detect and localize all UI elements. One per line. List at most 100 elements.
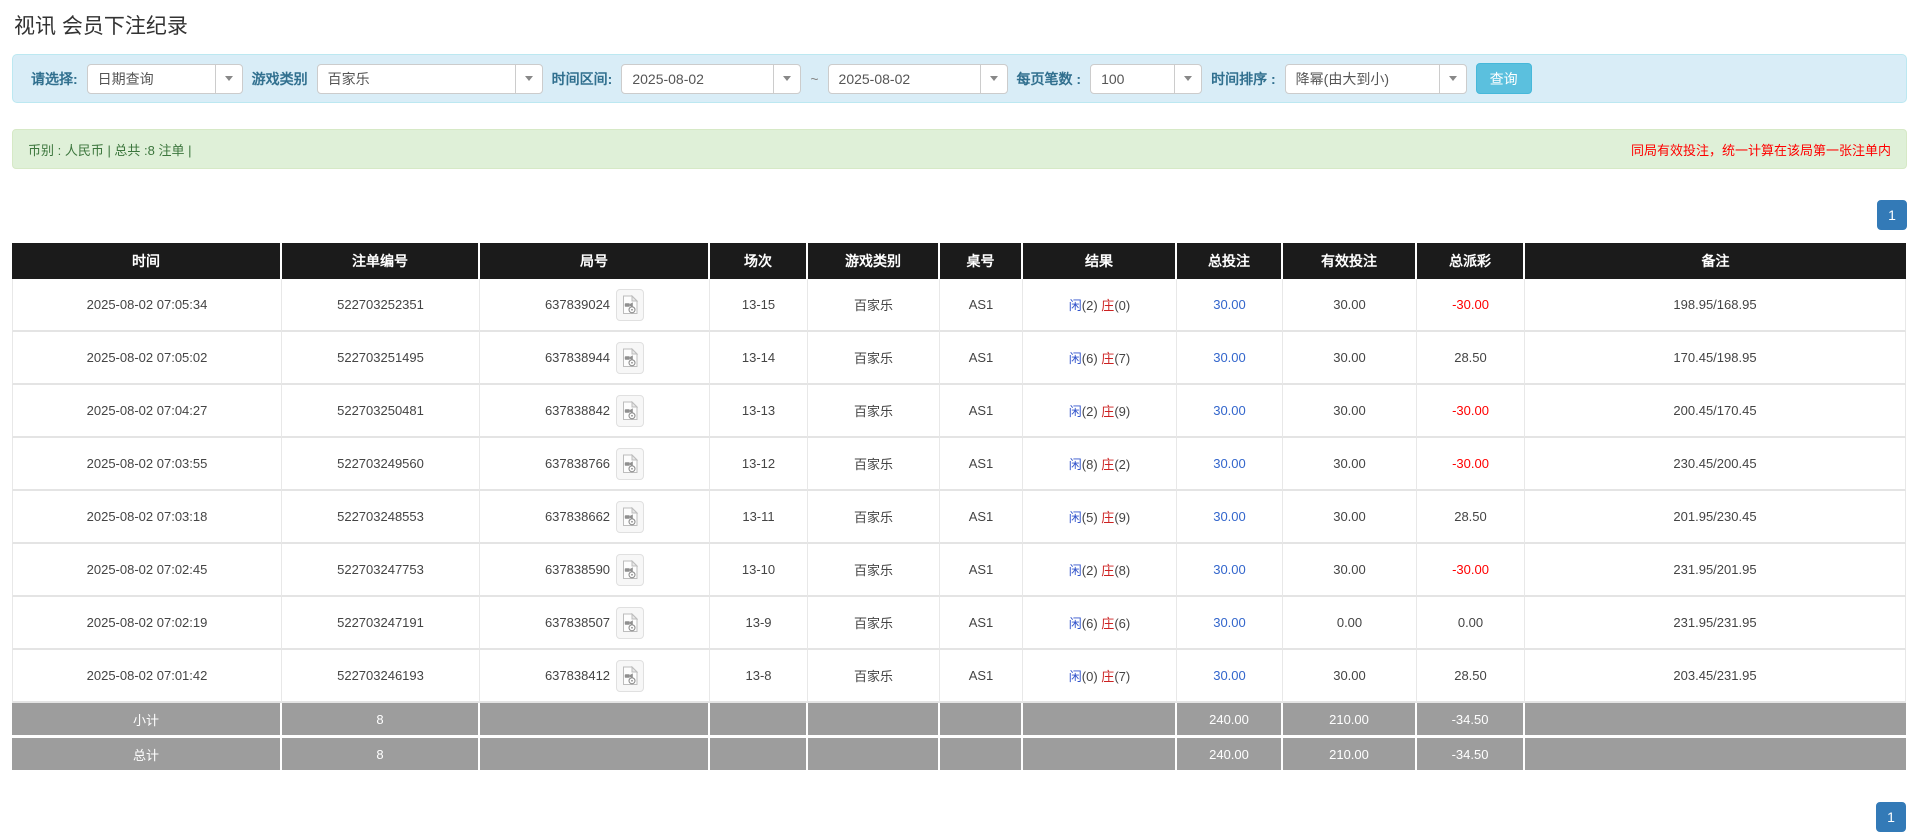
- cell-remark: 170.45/198.95: [1525, 332, 1906, 385]
- video-file-icon: [623, 559, 639, 579]
- cell-game: 百家乐: [808, 332, 940, 385]
- cell-result: 闲(0) 庄(7): [1023, 650, 1177, 703]
- column-header: 注单编号: [282, 243, 480, 279]
- column-header: 局号: [480, 243, 710, 279]
- video-replay-button[interactable]: [616, 500, 645, 533]
- cell-empty: [1525, 738, 1906, 773]
- round-id-text: 637838842: [544, 403, 611, 418]
- cell-valid-bet: 30.00: [1283, 491, 1417, 544]
- summary-bar: 币别 : 人民币 | 总共 :8 注单 | 同局有效投注，统一计算在该局第一张注…: [12, 129, 1907, 169]
- cell-game: 百家乐: [808, 491, 940, 544]
- cell-valid-bet: 30.00: [1283, 544, 1417, 597]
- round-id-text: 637839024: [544, 297, 611, 312]
- search-button[interactable]: 查询: [1475, 63, 1532, 94]
- chevron-down-icon: [1174, 64, 1201, 93]
- cell-result: 闲(2) 庄(9): [1023, 385, 1177, 438]
- currency-total-text: 币别 : 人民币 | 总共 :8 注单 |: [28, 142, 192, 158]
- date-to-select[interactable]: 2025-08-02: [827, 63, 1008, 94]
- cell-session: 13-9: [710, 597, 808, 650]
- total-bet-link[interactable]: 30.00: [1213, 668, 1246, 683]
- cell-time: 2025-08-02 07:03:18: [12, 491, 282, 544]
- result-banker: 庄: [1101, 457, 1115, 472]
- cell-time: 2025-08-02 07:05:02: [12, 332, 282, 385]
- cell-round-id: 637838412: [480, 650, 710, 703]
- result-banker: 庄: [1101, 351, 1115, 366]
- video-file-icon: [623, 400, 639, 420]
- query-type-select[interactable]: 日期查询: [86, 63, 243, 94]
- cell-remark: 198.95/168.95: [1525, 279, 1906, 332]
- cell-bet-id: 522703246193: [282, 650, 480, 703]
- total-bet-link[interactable]: 30.00: [1213, 562, 1246, 577]
- video-file-icon: [623, 294, 639, 314]
- total-bet-link[interactable]: 30.00: [1213, 615, 1246, 630]
- cell-payout: -30.00: [1417, 385, 1525, 438]
- cell-payout: -30.00: [1417, 279, 1525, 332]
- round-id-group: 637838662: [544, 500, 645, 533]
- video-replay-button[interactable]: [616, 341, 645, 374]
- time-sort-select[interactable]: 降幂(由大到小): [1284, 63, 1467, 94]
- cell-valid-bet: 0.00: [1283, 597, 1417, 650]
- result-banker: 庄: [1101, 616, 1115, 631]
- result-player: 闲: [1068, 351, 1082, 366]
- video-replay-button[interactable]: [616, 447, 645, 480]
- result-banker-score: (7): [1114, 351, 1131, 366]
- round-id-text: 637838662: [544, 509, 611, 524]
- round-id-group: 637838766: [545, 447, 645, 480]
- video-replay-button[interactable]: [616, 394, 645, 427]
- total-bet-link[interactable]: 30.00: [1213, 297, 1246, 312]
- video-replay-button[interactable]: [616, 553, 645, 586]
- result-player: 闲: [1068, 669, 1082, 684]
- result-banker-score: (0): [1114, 298, 1131, 313]
- cell-total-bet: 30.00: [1177, 597, 1283, 650]
- cell-total-bet: 30.00: [1177, 438, 1283, 491]
- total-bet-link[interactable]: 30.00: [1213, 509, 1246, 524]
- game-category-select[interactable]: 百家乐: [316, 63, 543, 94]
- cell-remark: 231.95/201.95: [1525, 544, 1906, 597]
- video-replay-button[interactable]: [616, 288, 645, 321]
- result-banker: 庄: [1101, 669, 1115, 684]
- page-size-select[interactable]: 100: [1090, 63, 1203, 94]
- cell-remark: 231.95/231.95: [1525, 597, 1906, 650]
- cell-game: 百家乐: [808, 544, 940, 597]
- result-player: 闲: [1068, 404, 1082, 419]
- cell-round-id: 637838944: [480, 332, 710, 385]
- cell-round-id: 637838662: [480, 491, 710, 544]
- chevron-down-icon: [514, 64, 542, 93]
- round-id-group: 637838944: [545, 341, 645, 374]
- total-bet-link[interactable]: 30.00: [1213, 350, 1246, 365]
- column-header: 场次: [710, 243, 808, 279]
- page-1-button-bottom[interactable]: 1: [1876, 802, 1906, 832]
- cell-summary-valid-bet: 210.00: [1283, 703, 1417, 738]
- cell-bet-id: 522703252351: [282, 279, 480, 332]
- cell-bet-id: 522703248553: [282, 491, 480, 544]
- cell-session: 13-11: [710, 491, 808, 544]
- cell-summary-valid-bet: 210.00: [1283, 738, 1417, 773]
- date-from-select[interactable]: 2025-08-02: [621, 63, 802, 94]
- result-player-score: (2): [1081, 298, 1102, 313]
- result-player-score: (0): [1081, 669, 1102, 684]
- cell-table-no: AS1: [940, 438, 1023, 491]
- query-type-value: 日期查询: [97, 70, 154, 87]
- total-bet-link[interactable]: 30.00: [1213, 456, 1246, 471]
- result-player-score: (2): [1081, 404, 1102, 419]
- column-header: 时间: [12, 243, 282, 279]
- table-row: 2025-08-02 07:02:45 522703247753 637838590…: [12, 544, 1906, 597]
- cell-empty: [1525, 703, 1906, 738]
- cell-table-no: AS1: [940, 491, 1023, 544]
- cell-time: 2025-08-02 07:02:45: [12, 544, 282, 597]
- total-bet-link[interactable]: 30.00: [1213, 403, 1246, 418]
- video-replay-button[interactable]: [616, 606, 645, 639]
- time-range-label: 时间区间:: [551, 70, 613, 87]
- column-header: 总投注: [1177, 243, 1283, 279]
- cell-table-no: AS1: [940, 650, 1023, 703]
- cell-session: 13-14: [710, 332, 808, 385]
- cell-total-bet: 30.00: [1177, 491, 1283, 544]
- page-1-button[interactable]: 1: [1877, 200, 1907, 230]
- date-to-value: 2025-08-02: [838, 70, 911, 87]
- time-sort-value: 降幂(由大到小): [1295, 70, 1389, 87]
- video-replay-button[interactable]: [616, 659, 645, 692]
- table-body: 2025-08-02 07:05:34 522703252351 637839024…: [12, 279, 1906, 773]
- game-category-value: 百家乐: [327, 70, 370, 87]
- result-player-score: (2): [1081, 563, 1102, 578]
- result-banker-score: (8): [1114, 563, 1131, 578]
